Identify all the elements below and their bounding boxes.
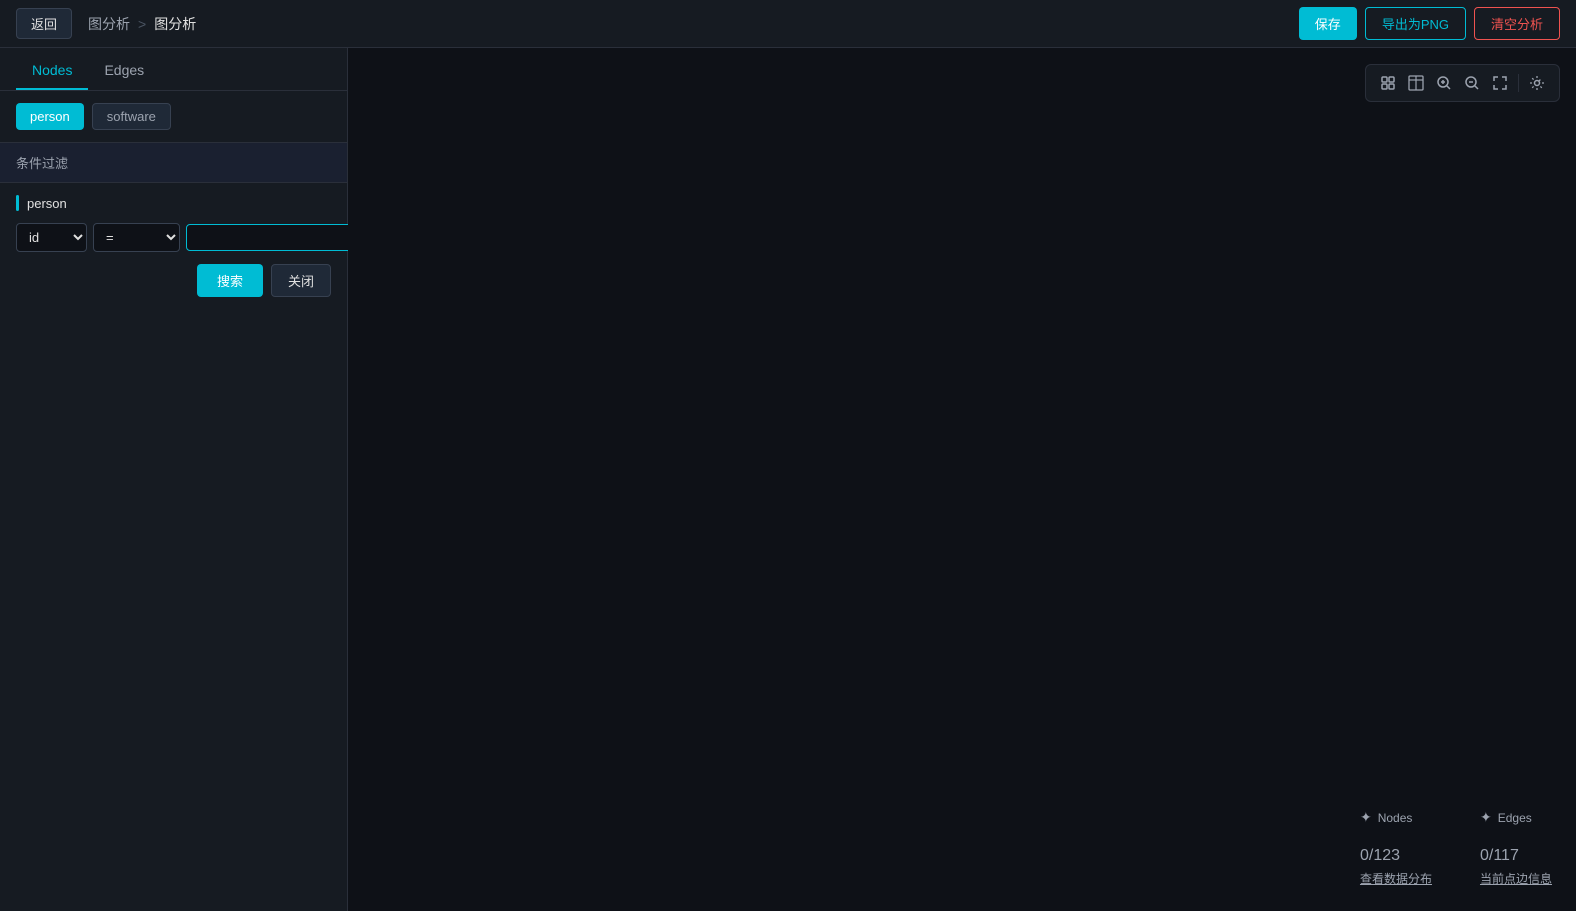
tab-bar: Nodes Edges <box>0 48 347 91</box>
breadcrumb-separator: > <box>138 16 146 32</box>
breadcrumb-parent: 图分析 <box>88 14 130 34</box>
nodes-count: 0/123 <box>1360 830 1432 866</box>
node-type-software-button[interactable]: software <box>92 103 171 130</box>
filter-section-label: 条件过滤 <box>16 156 68 171</box>
left-panel: Nodes Edges person software 条件过滤 person … <box>0 48 348 911</box>
edges-count: 0/117 <box>1480 830 1552 866</box>
filter-panel: person id name age = != > < contains ⊕ <box>0 183 347 309</box>
tab-edges[interactable]: Edges <box>88 48 160 90</box>
toolbar-separator <box>1518 74 1519 92</box>
edges-label: Edges <box>1498 811 1532 825</box>
expand-icon[interactable] <box>1488 71 1512 95</box>
nodes-distribution-link[interactable]: 查看数据分布 <box>1360 870 1432 887</box>
clear-analysis-button[interactable]: 清空分析 <box>1474 7 1560 40</box>
back-button[interactable]: 返回 <box>16 8 72 39</box>
node-type-bar: person software <box>0 91 347 142</box>
nodes-count-value: 0 <box>1360 847 1369 864</box>
fit-view-icon[interactable] <box>1376 71 1400 95</box>
node-type-person-button[interactable]: person <box>16 103 84 130</box>
filter-actions: 搜索 关闭 <box>16 264 331 297</box>
nodes-count-total: /123 <box>1369 847 1400 864</box>
header: 返回 图分析 > 图分析 保存 导出为PNG 清空分析 <box>0 0 1576 48</box>
close-filter-button[interactable]: 关闭 <box>271 264 331 297</box>
nodes-icon: ✦ <box>1360 809 1372 826</box>
zoom-in-icon[interactable] <box>1432 71 1456 95</box>
zoom-out-icon[interactable] <box>1460 71 1484 95</box>
breadcrumb: 图分析 > 图分析 <box>88 14 196 34</box>
graph-stats: ✦ Nodes 0/123 查看数据分布 ✦ Edges 0/117 当前点边信… <box>1360 809 1552 887</box>
export-png-button[interactable]: 导出为PNG <box>1365 7 1466 40</box>
main-layout: Nodes Edges person software 条件过滤 person … <box>0 48 1576 911</box>
table-view-icon[interactable] <box>1404 71 1428 95</box>
breadcrumb-current: 图分析 <box>154 14 196 34</box>
nodes-label: Nodes <box>1378 811 1413 825</box>
edges-info-link[interactable]: 当前点边信息 <box>1480 870 1552 887</box>
filter-field-select[interactable]: id name age <box>16 223 87 252</box>
save-button[interactable]: 保存 <box>1299 7 1357 40</box>
filter-operator-select[interactable]: = != > < contains <box>93 223 180 252</box>
nodes-stat-block: ✦ Nodes 0/123 查看数据分布 <box>1360 809 1432 887</box>
tab-nodes[interactable]: Nodes <box>16 48 88 90</box>
filter-entity-label: person <box>16 195 331 211</box>
filter-row: id name age = != > < contains ⊕ <box>16 223 331 252</box>
graph-toolbar <box>1365 64 1560 102</box>
edges-stat-header: ✦ Edges <box>1480 809 1552 826</box>
filter-section-header: 条件过滤 <box>0 142 347 183</box>
header-actions: 保存 导出为PNG 清空分析 <box>1299 7 1560 40</box>
graph-area[interactable]: ✦ Nodes 0/123 查看数据分布 ✦ Edges 0/117 当前点边信… <box>348 48 1576 911</box>
filter-entity-name: person <box>27 196 67 211</box>
nodes-stat-header: ✦ Nodes <box>1360 809 1432 826</box>
search-button[interactable]: 搜索 <box>197 264 263 297</box>
settings-icon[interactable] <box>1525 71 1549 95</box>
edges-stat-block: ✦ Edges 0/117 当前点边信息 <box>1480 809 1552 887</box>
edges-count-value: 0 <box>1480 847 1489 864</box>
edges-count-total: /117 <box>1489 847 1519 864</box>
edges-icon: ✦ <box>1480 809 1492 826</box>
